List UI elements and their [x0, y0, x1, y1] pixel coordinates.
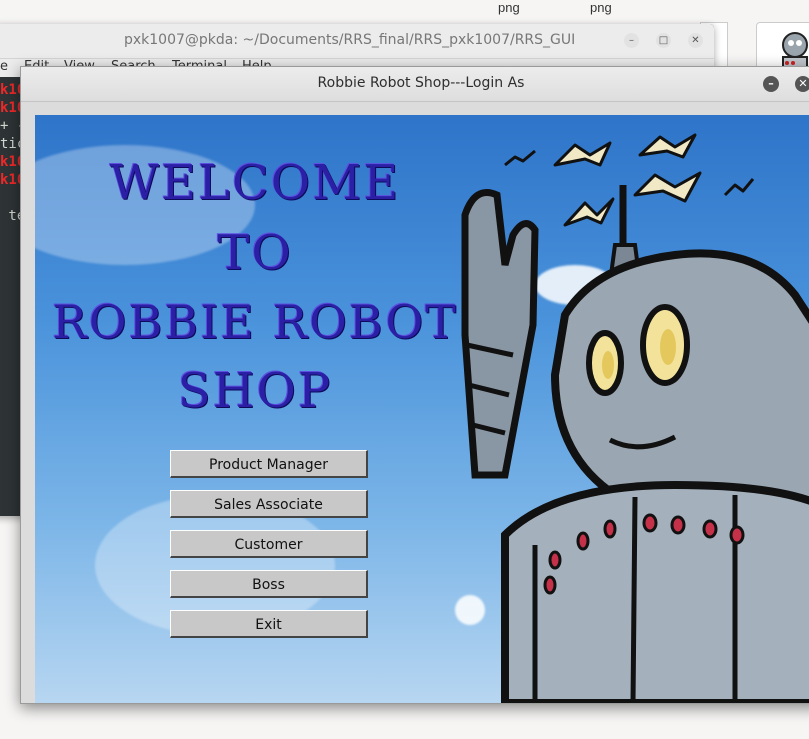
welcome-heading: SHOP — [177, 363, 333, 419]
welcome-heading: ROBBIE ROBOT — [52, 295, 458, 349]
login-dialog[interactable]: Robbie Robot Shop---Login As – ✕ WELCOME… — [20, 66, 809, 704]
login-canvas: WELCOME TO ROBBIE ROBOT SHOP Product Man… — [35, 115, 809, 703]
welcome-heading: WELCOME — [109, 155, 401, 211]
product-manager-button[interactable]: Product Manager — [170, 450, 368, 478]
desktop-file-label[interactable]: png — [590, 0, 612, 15]
terminal-titlebar[interactable]: pxk1007@pkda: ~/Documents/RRS_final/RRS_… — [0, 24, 714, 59]
terminal-title: pxk1007@pkda: ~/Documents/RRS_final/RRS_… — [124, 32, 576, 48]
customer-button[interactable]: Customer — [170, 530, 368, 558]
close-icon[interactable]: ✕ — [688, 33, 703, 48]
desktop-file-label[interactable]: png — [498, 0, 520, 15]
boss-button[interactable]: Boss — [170, 570, 368, 598]
minimize-icon[interactable]: – — [624, 33, 639, 48]
sales-associate-button[interactable]: Sales Associate — [170, 490, 368, 518]
exit-button[interactable]: Exit — [170, 610, 368, 638]
dialog-titlebar[interactable]: Robbie Robot Shop---Login As – ✕ — [21, 67, 809, 102]
dialog-title: Robbie Robot Shop---Login As — [317, 75, 525, 91]
birds — [504, 133, 755, 227]
maximize-icon[interactable]: □ — [656, 33, 671, 48]
welcome-heading: TO — [217, 225, 293, 281]
menu-item-file[interactable]: e — [0, 59, 8, 74]
minimize-icon[interactable]: – — [763, 76, 779, 92]
close-icon[interactable]: ✕ — [795, 76, 809, 92]
